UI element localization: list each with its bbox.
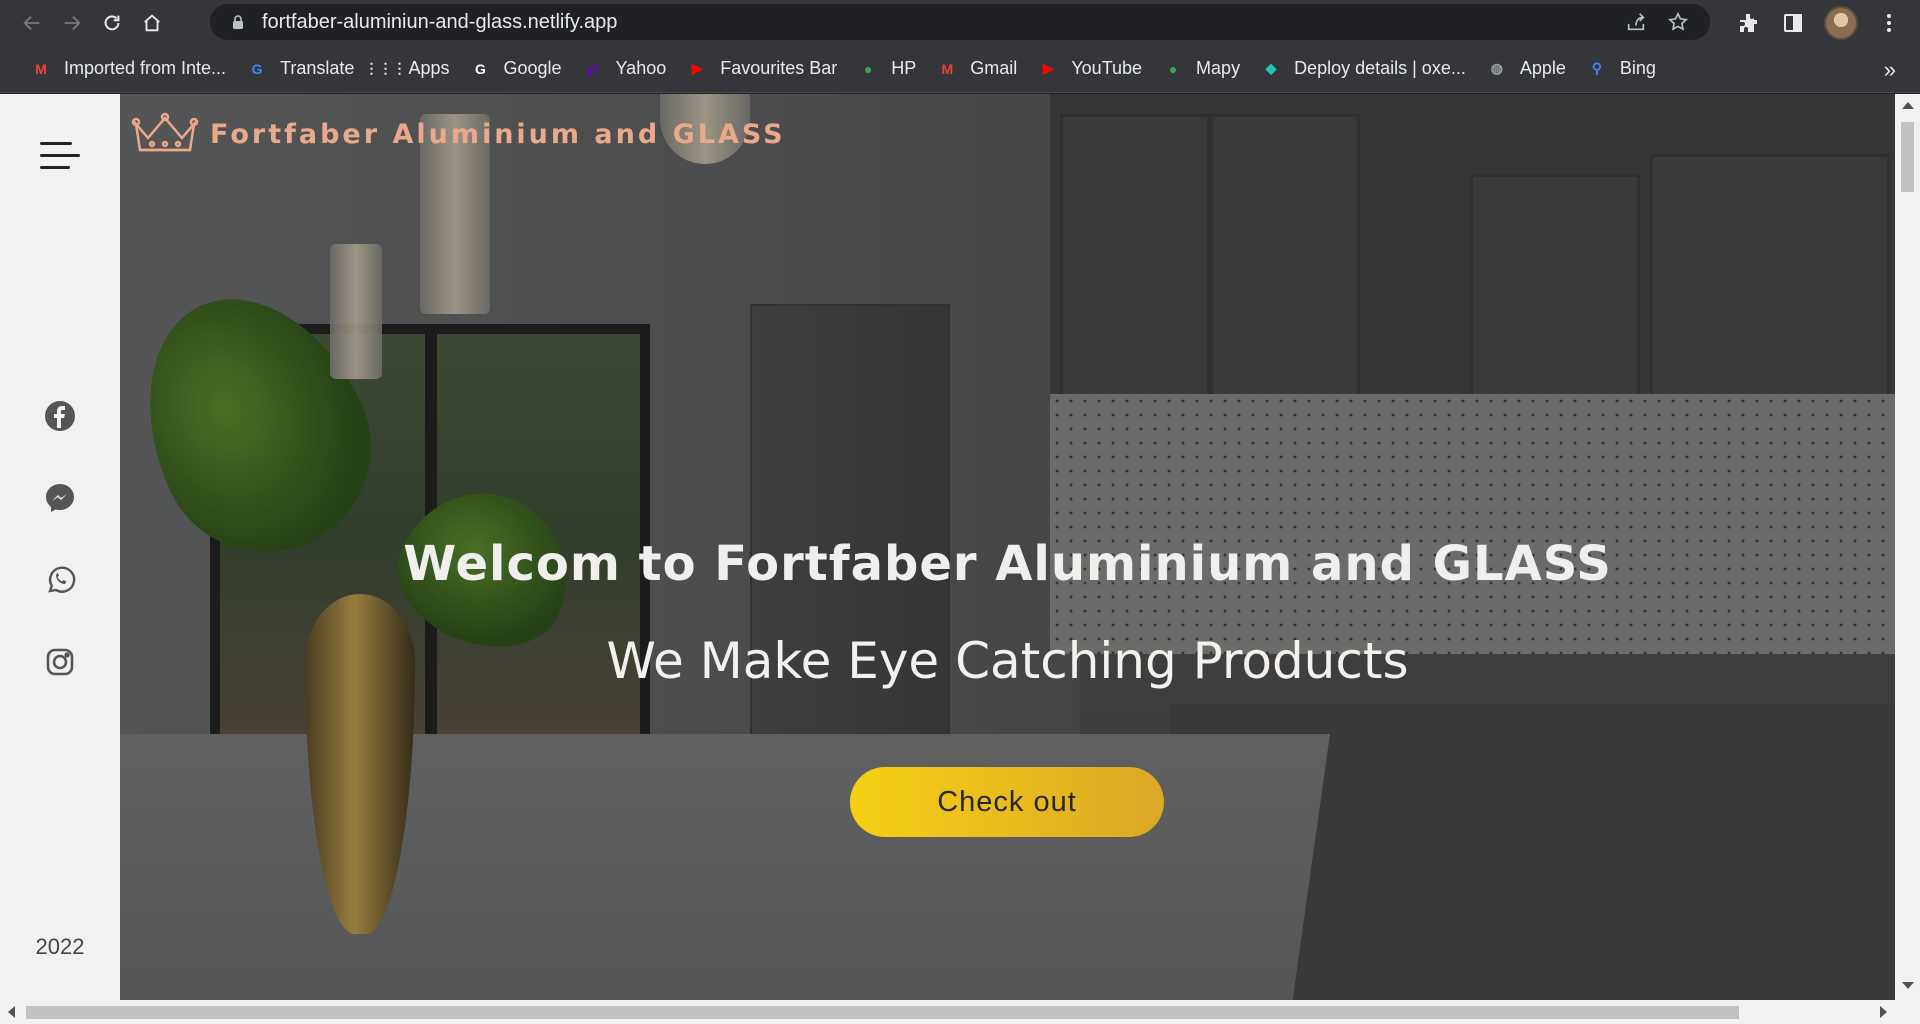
bookmark-item[interactable]: y! Yahoo: [572, 53, 677, 85]
crown-icon: [131, 112, 199, 152]
bookmark-label: Deploy details | oxe...: [1294, 58, 1466, 78]
horizontal-scrollbar[interactable]: [0, 1000, 1920, 1024]
google-icon: G: [475, 60, 486, 77]
brand-name: Fortfaber Aluminium and GLASS: [210, 118, 786, 150]
hero-title: Welcom to Fortfaber Aluminium and GLASS: [403, 536, 1612, 592]
scroll-down-icon[interactable]: [1902, 982, 1914, 989]
bookmark-item[interactable]: ▶ YouTube: [1027, 53, 1152, 85]
netlify-icon: ◆: [1265, 60, 1277, 76]
bookmark-label: Google: [503, 58, 562, 78]
brand-logo[interactable]: Fortfaber Aluminium and GLASS: [130, 112, 786, 156]
youtube-icon: ▶: [691, 60, 703, 76]
side-panel-icon[interactable]: [1780, 10, 1806, 36]
bookmarks-bar: M Imported from Inte... G Translate ⋮⋮⋮ Apps G…: [0, 45, 1920, 93]
bookmark-item[interactable]: ◍ Apple: [1476, 53, 1576, 85]
hero-section: Fortfaber Aluminium and GLASS Welcom to …: [120, 94, 1895, 1000]
copyright-year: 2022: [35, 934, 85, 959]
bookmark-star-icon[interactable]: [1666, 10, 1690, 34]
check-out-button[interactable]: Check out: [850, 767, 1164, 837]
instagram-icon[interactable]: [44, 646, 76, 678]
left-sidebar: 2022: [0, 94, 120, 1000]
forward-button[interactable]: [52, 3, 92, 43]
reload-button[interactable]: [92, 3, 132, 43]
bookmark-item[interactable]: ⚲ Bing: [1576, 53, 1666, 85]
bookmark-item[interactable]: ● HP: [847, 53, 926, 85]
bookmark-label: Gmail: [970, 58, 1018, 78]
search-icon: ⚲: [1591, 60, 1602, 76]
bookmark-label: HP: [891, 58, 917, 78]
messenger-icon[interactable]: [44, 482, 76, 514]
maps-pin-icon: ●: [1168, 60, 1178, 77]
globe-icon: ◍: [1490, 60, 1503, 76]
whatsapp-icon[interactable]: [44, 564, 76, 596]
bookmark-item[interactable]: G Translate: [236, 53, 364, 85]
hamburger-menu-icon[interactable]: [40, 142, 80, 172]
gmail-icon: M: [35, 60, 47, 77]
bookmark-label: Imported from Inte...: [64, 58, 227, 78]
google-translate-icon: G: [251, 60, 263, 77]
vertical-scrollbar[interactable]: [1895, 94, 1920, 1000]
profile-avatar[interactable]: [1824, 5, 1858, 40]
hero-subtitle: We Make Eye Catching Products: [606, 632, 1409, 690]
bookmark-label: YouTube: [1071, 58, 1143, 78]
scroll-right-icon[interactable]: [1880, 1006, 1887, 1018]
reload-icon: [104, 15, 120, 30]
bookmark-label: Yahoo: [615, 58, 667, 78]
apps-grid-icon: ⋮⋮⋮: [364, 60, 407, 76]
bookmark-item[interactable]: ▶ Favourites Bar: [676, 53, 847, 85]
address-bar[interactable]: fortfaber-aluminiun-and-glass.netlify.ap…: [210, 4, 1710, 40]
scroll-left-icon[interactable]: [8, 1006, 15, 1018]
kebab-menu-icon[interactable]: [1876, 10, 1902, 36]
bookmark-item[interactable]: ● Mapy: [1152, 53, 1250, 85]
bookmark-label: Apps: [408, 58, 450, 78]
url-text: fortfaber-aluminiun-and-glass.netlify.ap…: [262, 10, 618, 33]
youtube-icon: ▶: [1042, 60, 1054, 76]
bookmarks-overflow-icon[interactable]: »: [1884, 57, 1896, 83]
page-viewport: 2022 Fortfaber Aluminium and GLASS Welco…: [0, 94, 1920, 1000]
browser-toolbar: fortfaber-aluminiun-and-glass.netlify.ap…: [0, 0, 1920, 45]
bookmark-label: Bing: [1619, 58, 1656, 78]
arrow-left-icon: [23, 15, 40, 30]
bookmark-item[interactable]: M Gmail: [926, 53, 1027, 85]
home-icon: [144, 13, 160, 31]
bookmark-item[interactable]: ◆ Deploy details | oxe...: [1250, 53, 1476, 85]
share-icon[interactable]: [1624, 10, 1648, 34]
bookmark-item[interactable]: ⋮⋮⋮ Apps: [364, 53, 459, 85]
facebook-icon[interactable]: [44, 400, 76, 432]
arrow-right-icon: [64, 15, 81, 30]
yahoo-icon: y!: [586, 60, 599, 77]
gmail-icon: M: [941, 60, 954, 77]
bookmark-item[interactable]: M Imported from Inte...: [20, 53, 236, 85]
maps-pin-icon: ●: [864, 60, 873, 77]
bookmark-label: Favourites Bar: [720, 58, 838, 78]
bookmark-item[interactable]: G Google: [459, 53, 571, 85]
home-button[interactable]: [132, 3, 172, 43]
scroll-up-icon[interactable]: [1902, 102, 1914, 109]
extensions-icon[interactable]: [1736, 10, 1762, 36]
horizontal-scroll-thumb[interactable]: [26, 1006, 1739, 1019]
back-button[interactable]: [12, 3, 52, 43]
bookmark-label: Apple: [1519, 58, 1566, 78]
lock-icon: [233, 15, 243, 29]
vertical-scroll-thumb[interactable]: [1901, 122, 1914, 192]
bookmark-label: Mapy: [1196, 58, 1241, 78]
bookmark-label: Translate: [280, 58, 355, 78]
